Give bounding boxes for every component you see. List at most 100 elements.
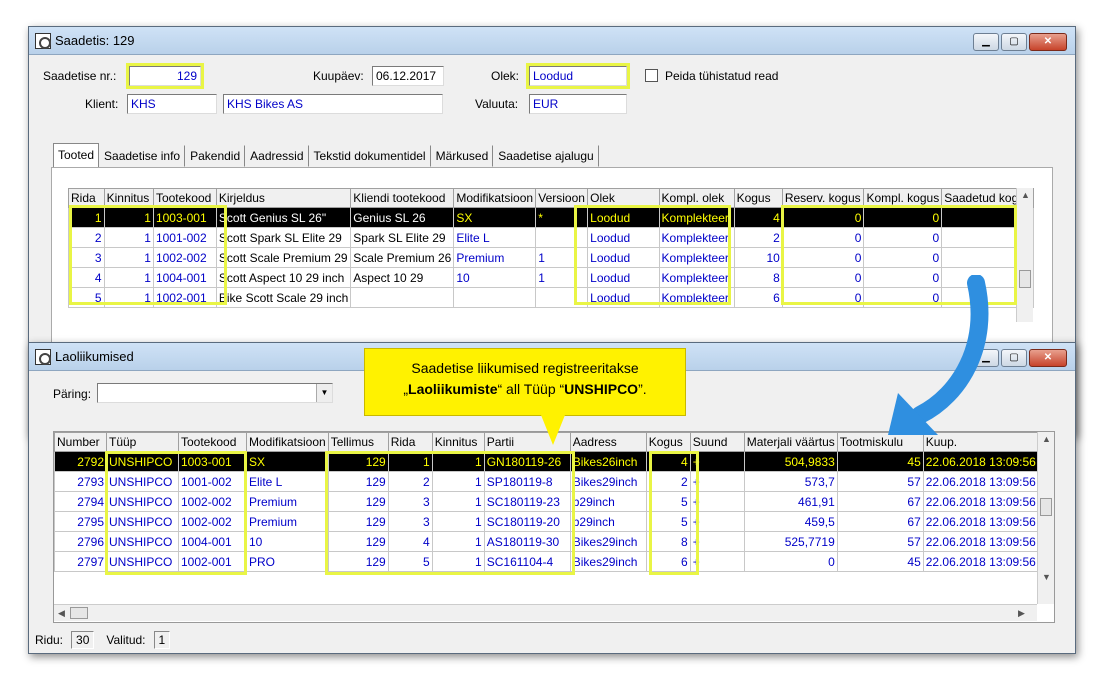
table-row[interactable]: 2794 UNSHIPCO 1002-002 Premium 129 3 1 SC180119… xyxy=(54,491,1039,512)
table-cell[interactable]: 1002-002 xyxy=(178,491,247,512)
table-cell[interactable]: + xyxy=(689,471,745,492)
table-cell[interactable]: SX xyxy=(453,207,537,228)
laoliikumised-hscroll[interactable]: ◀ ▶ xyxy=(54,604,1037,621)
table-cell[interactable]: 1 xyxy=(535,247,589,268)
table-cell[interactable]: UNSHIPCO xyxy=(106,551,179,572)
table-cell[interactable]: 525,7719 xyxy=(743,531,838,552)
laoliikumised-col-header[interactable]: Number xyxy=(54,432,107,452)
table-cell[interactable]: 10 xyxy=(246,531,329,552)
tooted-vscroll[interactable]: ▲ xyxy=(1016,188,1033,322)
saadetis-col-header[interactable]: Modifikatsioon xyxy=(453,188,537,208)
scroll-up-icon[interactable]: ▲ xyxy=(1021,190,1030,200)
table-cell[interactable]: 4 xyxy=(68,267,105,288)
scroll-up-icon[interactable]: ▲ xyxy=(1042,434,1051,444)
table-cell[interactable]: 2 xyxy=(68,227,105,248)
table-cell[interactable]: 1004-001 xyxy=(152,267,217,288)
table-cell[interactable]: 10 xyxy=(453,267,537,288)
table-cell[interactable]: 1002-002 xyxy=(178,511,247,532)
table-cell[interactable]: 1002-001 xyxy=(152,287,217,308)
table-cell[interactable]: 1 xyxy=(103,247,154,268)
table-cell[interactable]: 0 xyxy=(781,247,865,268)
table-cell[interactable]: 2 xyxy=(645,471,691,492)
table-cell[interactable]: 1002-002 xyxy=(152,247,217,268)
table-cell[interactable]: UNSHIPCO xyxy=(106,531,179,552)
table-cell[interactable]: 5 xyxy=(645,491,691,512)
table-cell[interactable]: 67 xyxy=(836,491,924,512)
scroll-down-icon[interactable]: ▼ xyxy=(1042,572,1051,582)
klient-code-field[interactable]: KHS xyxy=(127,94,217,114)
table-cell[interactable]: Scott Aspect 10 29 inch xyxy=(215,267,352,288)
laoliikumised-col-header[interactable]: Kinnitus xyxy=(431,432,485,452)
table-cell[interactable]: + xyxy=(689,491,745,512)
table-cell[interactable]: 1001-002 xyxy=(178,471,247,492)
table-cell[interactable]: 8 xyxy=(733,267,783,288)
table-cell[interactable]: SC180119-20 xyxy=(483,511,571,532)
table-cell[interactable]: 129 xyxy=(327,491,389,512)
table-cell[interactable]: Scott Spark SL Elite 29 xyxy=(215,227,352,248)
table-cell[interactable]: 0 xyxy=(781,207,865,228)
table-cell[interactable]: SP180119-8 xyxy=(483,471,571,492)
table-cell[interactable]: Bike Scott Scale 29 inch xyxy=(215,287,352,308)
tab-pakendid[interactable]: Pakendid xyxy=(185,145,246,167)
chevron-down-icon[interactable]: ▼ xyxy=(316,384,332,402)
table-cell[interactable]: UNSHIPCO xyxy=(106,451,179,472)
laoliikumised-col-header[interactable]: Tüüp xyxy=(106,432,179,452)
table-cell[interactable]: 129 xyxy=(327,551,389,572)
table-cell[interactable]: Premium xyxy=(246,511,329,532)
table-cell[interactable]: 1 xyxy=(103,267,154,288)
table-cell[interactable]: 1003-001 xyxy=(178,451,247,472)
table-cell[interactable] xyxy=(350,287,455,308)
table-cell[interactable]: 573,7 xyxy=(743,471,838,492)
table-cell[interactable]: UNSHIPCO xyxy=(106,471,179,492)
table-cell[interactable]: 2794 xyxy=(54,491,107,512)
table-cell[interactable]: Komplekteeri xyxy=(658,227,735,248)
table-cell[interactable]: Aspect 10 29 xyxy=(350,267,455,288)
table-cell[interactable]: AS180119-30 xyxy=(483,531,571,552)
hscroll-thumb[interactable] xyxy=(70,607,88,619)
table-cell[interactable]: 22.06.2018 13:09:56 xyxy=(922,551,1039,572)
saadetis-col-header[interactable]: Reserv. kogus xyxy=(781,188,865,208)
laoliikumised-col-header[interactable]: Rida xyxy=(387,432,433,452)
olek-field[interactable]: Loodud xyxy=(526,63,630,89)
saadetis-col-header[interactable]: Tootekood xyxy=(152,188,217,208)
table-cell[interactable]: + xyxy=(689,511,745,532)
tab-saadetise-ajalugu[interactable]: Saadetise ajalugu xyxy=(493,145,599,167)
table-cell[interactable]: b29inch xyxy=(569,491,647,512)
table-cell[interactable]: Scale Premium 26 xyxy=(350,247,455,268)
laoliikumised-col-header[interactable]: Tootekood xyxy=(178,432,247,452)
saadetis-col-header[interactable]: Kirjeldus xyxy=(215,188,352,208)
table-cell[interactable]: Scott Scale Premium 29 xyxy=(215,247,352,268)
table-cell[interactable]: 0 xyxy=(781,227,865,248)
table-cell[interactable]: 45 xyxy=(836,451,924,472)
saadetis-col-header[interactable]: Versioon xyxy=(535,188,589,208)
table-cell[interactable]: 22.06.2018 13:09:56 xyxy=(922,491,1039,512)
nr-field[interactable]: 129 xyxy=(126,63,204,89)
table-cell[interactable]: 1 xyxy=(68,207,105,228)
table-cell[interactable]: 1 xyxy=(431,551,485,572)
table-cell[interactable]: 5 xyxy=(68,287,105,308)
table-cell[interactable]: 1 xyxy=(431,531,485,552)
table-cell[interactable]: 10 xyxy=(733,247,783,268)
saadetis-col-header[interactable]: Kogus xyxy=(733,188,783,208)
table-cell[interactable]: 3 xyxy=(387,511,433,532)
table-cell[interactable]: SC180119-23 xyxy=(483,491,571,512)
table-cell[interactable]: 129 xyxy=(327,451,389,472)
table-cell[interactable]: 4 xyxy=(733,207,783,228)
table-cell[interactable]: 1 xyxy=(387,451,433,472)
table-cell[interactable]: SX xyxy=(246,451,329,472)
table-cell[interactable]: SC161104-4 xyxy=(483,551,571,572)
table-cell[interactable]: 57 xyxy=(836,531,924,552)
maximize-button[interactable]: ▢ xyxy=(1001,33,1027,51)
table-cell[interactable]: 22.06.2018 13:09:56 xyxy=(922,511,1039,532)
table-cell[interactable]: 2797 xyxy=(54,551,107,572)
table-cell[interactable]: 2792 xyxy=(54,451,107,472)
scroll-thumb[interactable] xyxy=(1019,270,1031,288)
table-cell[interactable]: 22.06.2018 13:09:56 xyxy=(922,451,1039,472)
table-cell[interactable]: 1 xyxy=(103,207,154,228)
table-cell[interactable]: Spark SL Elite 29 xyxy=(350,227,455,248)
table-cell[interactable]: Genius SL 26 xyxy=(350,207,455,228)
table-cell[interactable]: 0 xyxy=(781,267,865,288)
table-cell[interactable]: + xyxy=(689,531,745,552)
close-button[interactable]: ✕ xyxy=(1029,349,1067,367)
valuuta-field[interactable]: EUR xyxy=(529,94,627,114)
